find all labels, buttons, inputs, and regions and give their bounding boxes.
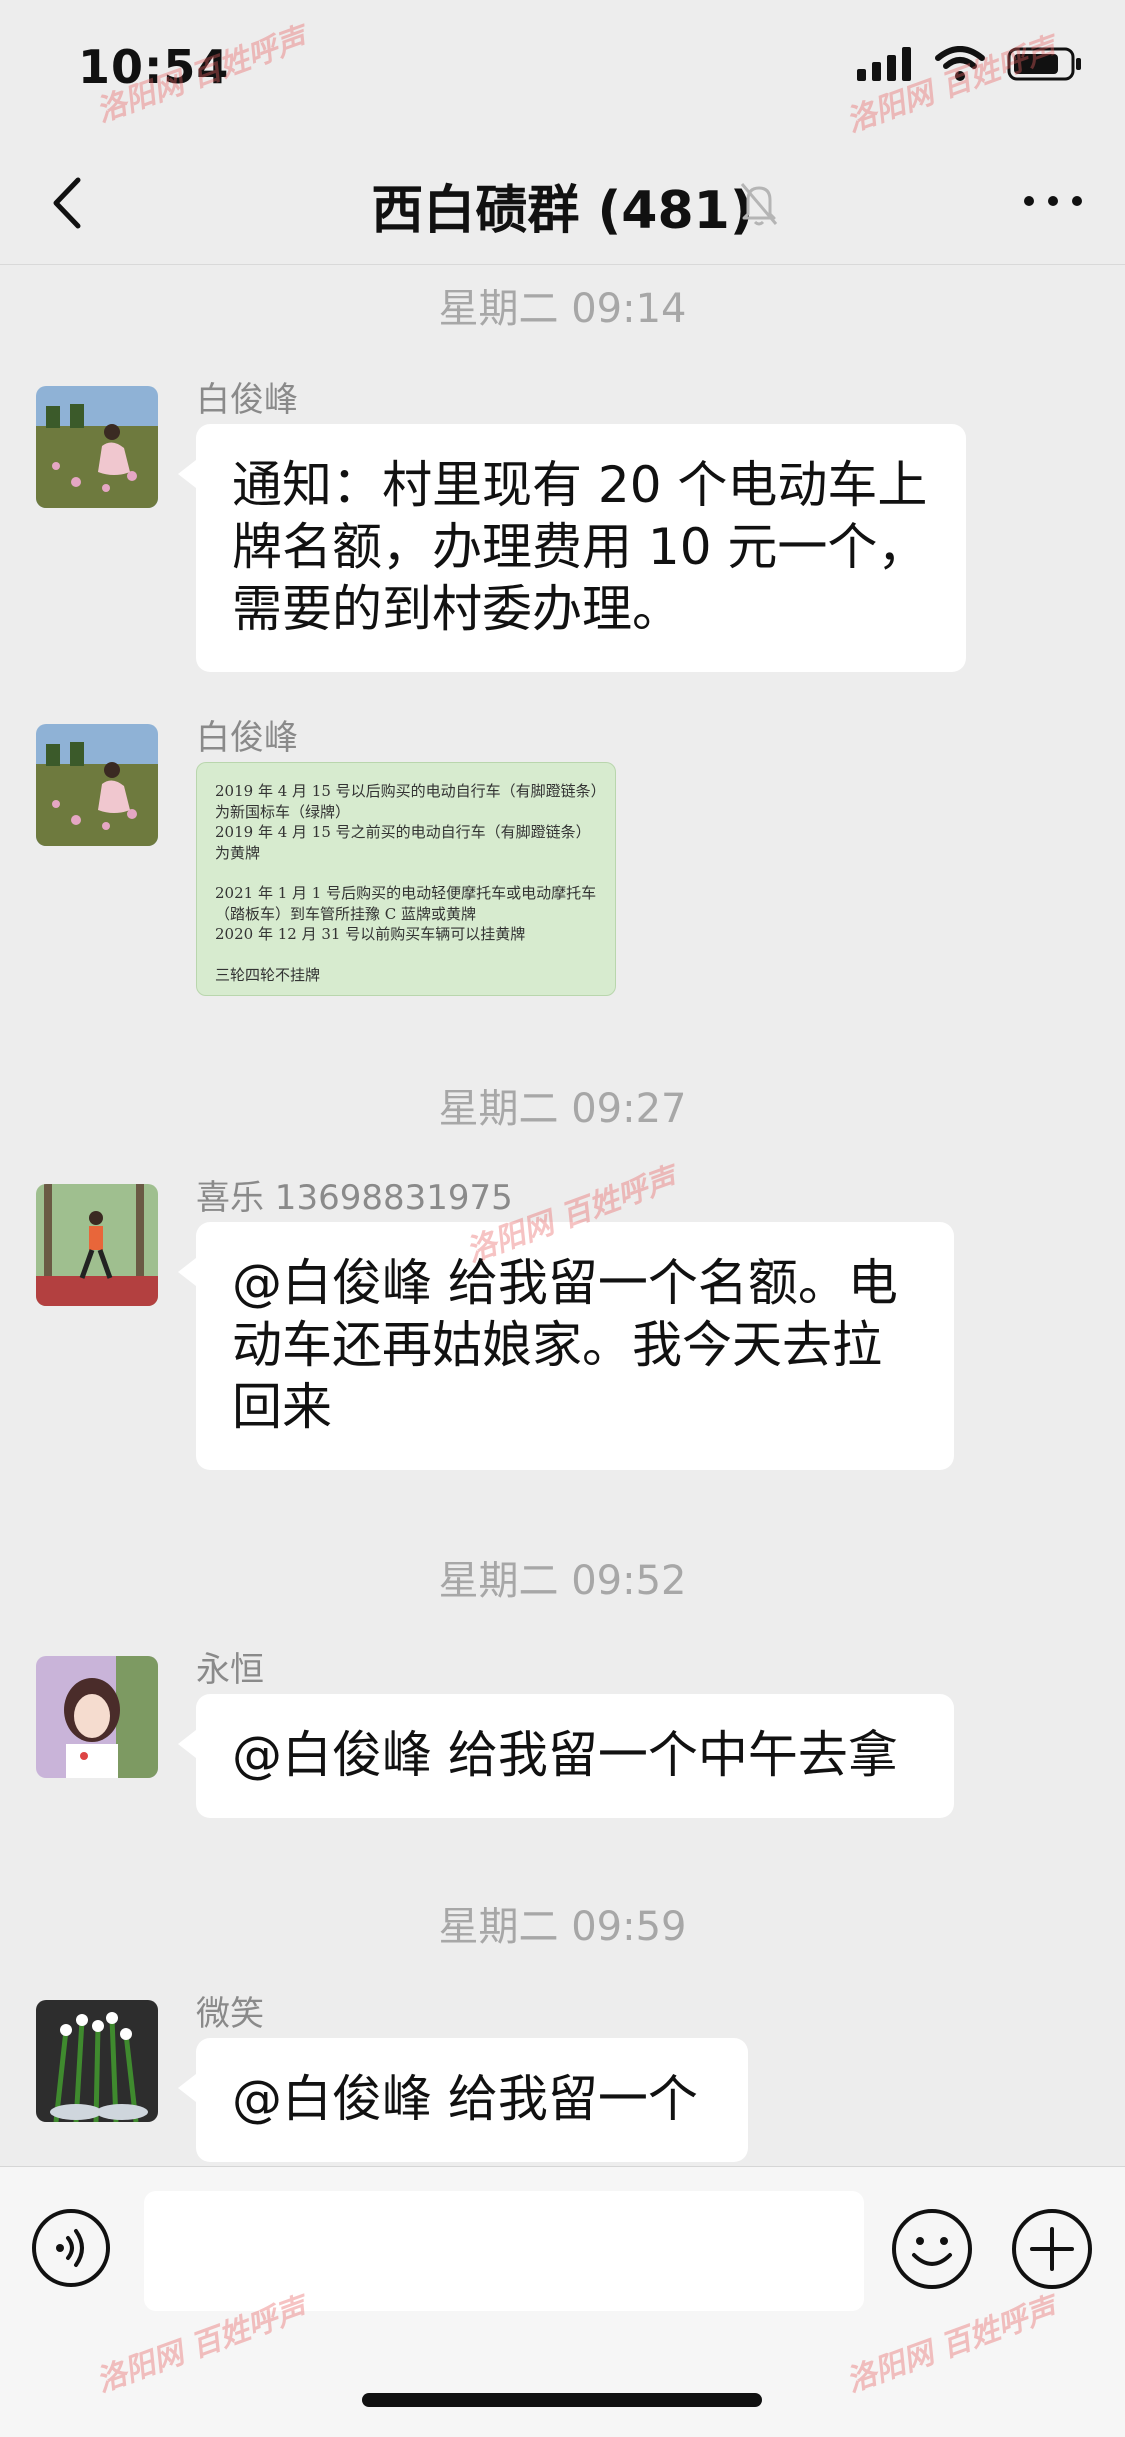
timestamp: 星期二 09:27 [438,1086,687,1132]
message-list[interactable]: 星期二 09:14 白俊峰 通知：村里现有 20 个电动车上牌名额，办理费用 1… [0,264,1125,2166]
cellular-signal-icon [857,47,911,81]
timestamp: 星期二 09:52 [438,1558,687,1604]
sender-name: 微笑 [196,1994,264,2034]
chat-header: 西白碛群 (481) [0,140,1125,265]
plus-icon[interactable] [1010,2207,1094,2291]
image-text-line: 2019 年 4 月 15 号之前买的电动自行车（有脚蹬链条） [215,823,591,841]
sender-name: 白俊峰 [196,718,298,758]
battery-icon [1007,47,1081,81]
avatar[interactable] [36,2000,158,2122]
image-text-line [215,863,597,883]
image-text-line: 2019 年 4 月 15 号以后购买的电动自行车（有脚蹬链条） [215,782,606,800]
sender-name: 白俊峰 [196,380,298,420]
status-time: 10:54 [78,40,230,94]
image-text-line: 为新国标车（绿牌） [215,802,351,821]
message-bubble[interactable]: @白俊峰 给我留一个 [178,2038,748,2162]
image-text-line: 三轮四轮不挂牌 [215,965,321,984]
message-bubble[interactable]: 通知：村里现有 20 个电动车上牌名额，办理费用 10 元一个，需要的到村委办理… [178,424,966,672]
status-icons [857,46,1083,82]
sender-name: 喜乐 13698831975 [196,1178,513,1218]
avatar[interactable] [36,386,158,508]
image-text-line: （踏板车）到车管所挂豫 C 蓝牌或黄牌 [215,904,477,923]
avatar[interactable] [36,1656,158,1778]
avatar[interactable] [36,724,158,846]
message-input[interactable] [144,2191,864,2311]
timestamp: 星期二 09:14 [438,286,687,332]
emoji-icon[interactable] [890,2207,974,2291]
image-text-line: 为黄牌 [215,843,261,862]
image-text-line: 2020 年 12 月 31 号以前购买车辆可以挂黄牌 [215,925,526,943]
chat-title: 西白碛群 (481) [371,181,754,241]
image-text-line: 2021 年 1 月 1 号后购买的电动轻便摩托车或电动摩托车 [215,884,597,902]
home-indicator [362,2393,762,2407]
muted-bell-icon [740,183,778,226]
image-text-line [215,945,597,965]
message-bubble[interactable]: @白俊峰 给我留一个名额。电动车还再姑娘家。我今天去拉回来 [178,1222,954,1470]
image-message[interactable]: 2019 年 4 月 15 号以后购买的电动自行车（有脚蹬链条） 为新国标车（绿… [196,762,616,996]
sender-name: 永恒 [196,1650,264,1690]
wifi-icon [935,46,985,81]
message-bubble[interactable]: @白俊峰 给我留一个中午去拿 [178,1694,954,1818]
more-icon[interactable] [1021,186,1085,216]
avatar[interactable] [36,1184,158,1306]
timestamp: 星期二 09:59 [438,1904,687,1950]
voice-input-icon[interactable] [30,2207,112,2289]
status-bar: 10:54 [0,0,1125,140]
